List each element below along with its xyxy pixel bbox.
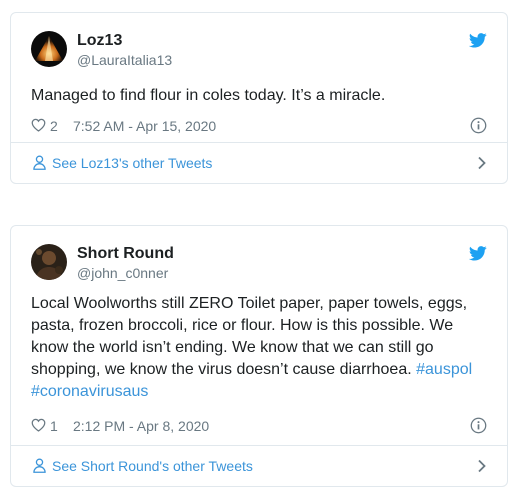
- like-count[interactable]: 2: [50, 116, 58, 136]
- like-count[interactable]: 1: [50, 416, 58, 436]
- tweet-meta: 1 2:12 PM - Apr 8, 2020: [31, 416, 487, 436]
- chevron-right-icon[interactable]: [477, 459, 487, 473]
- tweet-header: Loz13 @LauraItalia13: [31, 31, 487, 71]
- tweet-text: Managed to find flour in coles today. It…: [31, 87, 386, 104]
- display-name[interactable]: Short Round: [77, 244, 174, 264]
- see-other-tweets-link[interactable]: See Short Round's other Tweets: [52, 446, 253, 486]
- pyramid-avatar-icon: [31, 31, 67, 67]
- tweet-text-block: Local Woolworths still ZERO Toilet paper…: [31, 293, 489, 403]
- tweet-footer[interactable]: See Loz13's other Tweets: [11, 142, 507, 183]
- tweet-text: Local Woolworths still ZERO Toilet paper…: [31, 295, 468, 378]
- person-icon: [33, 458, 46, 473]
- see-other-tweets-link[interactable]: See Loz13's other Tweets: [52, 143, 212, 183]
- tweet-footer[interactable]: See Short Round's other Tweets: [11, 445, 507, 486]
- display-name[interactable]: Loz13: [77, 31, 172, 51]
- twitter-bird-icon[interactable]: [469, 246, 487, 261]
- tweet-header: Short Round @john_c0nner: [31, 244, 487, 284]
- heart-icon[interactable]: [31, 418, 46, 432]
- info-icon[interactable]: [470, 117, 487, 134]
- tweet-card[interactable]: Loz13 @LauraItalia13 Managed to find flo…: [10, 12, 508, 184]
- tweet-meta: 2 7:52 AM - Apr 15, 2020: [31, 116, 487, 136]
- timestamp[interactable]: 2:12 PM - Apr 8, 2020: [73, 416, 209, 436]
- twitter-bird-icon[interactable]: [469, 33, 487, 48]
- avatar[interactable]: [31, 244, 67, 280]
- tweet-card[interactable]: Short Round @john_c0nner Local Woolworth…: [10, 225, 508, 487]
- hashtag-link[interactable]: #coronavirusaus: [31, 383, 148, 400]
- user-handle[interactable]: @LauraItalia13: [77, 51, 172, 69]
- avatar[interactable]: [31, 31, 67, 67]
- hashtag-link[interactable]: #auspol: [416, 361, 472, 378]
- chevron-right-icon[interactable]: [477, 156, 487, 170]
- person-icon: [33, 155, 46, 170]
- timestamp[interactable]: 7:52 AM - Apr 15, 2020: [73, 116, 216, 136]
- portrait-avatar-icon: [31, 244, 67, 280]
- heart-icon[interactable]: [31, 118, 46, 132]
- info-icon[interactable]: [470, 417, 487, 434]
- user-handle[interactable]: @john_c0nner: [77, 264, 174, 282]
